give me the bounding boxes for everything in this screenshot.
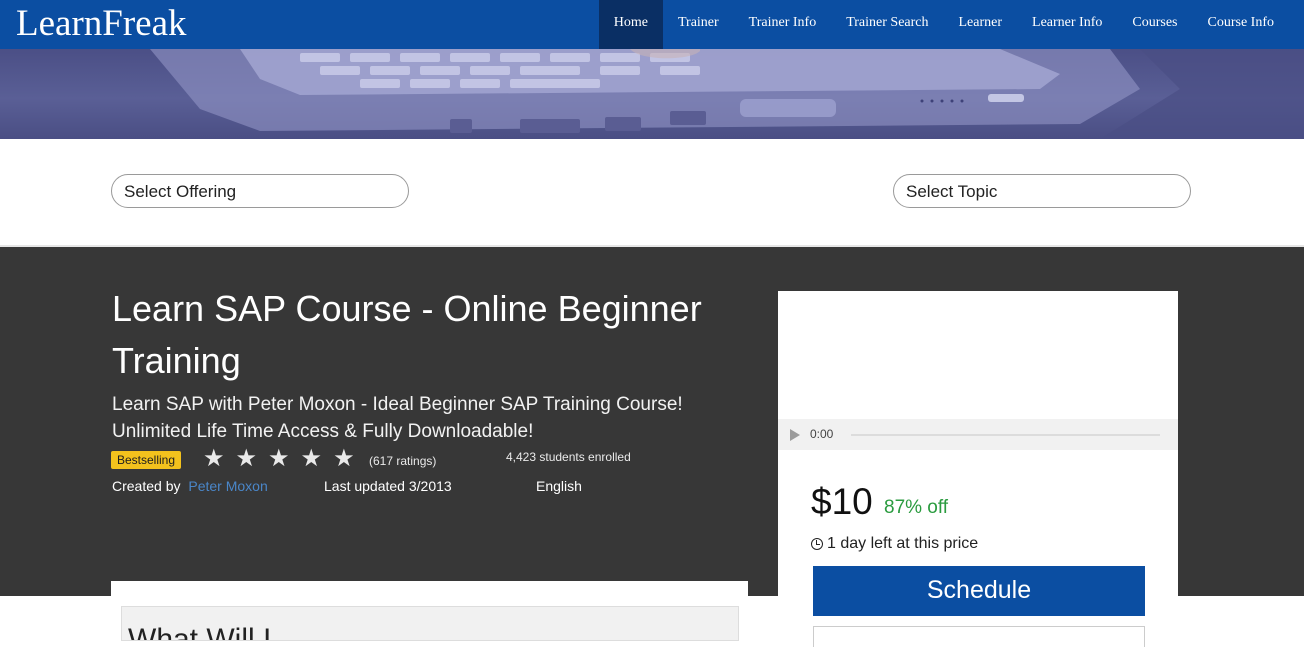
section-heading: What Will I... xyxy=(128,623,297,641)
purchase-card: 0:00 $10 87% off 1 day left at this pric… xyxy=(778,291,1178,647)
star-icon: ★ xyxy=(300,445,323,472)
last-updated-value: 3/2013 xyxy=(408,478,452,494)
play-icon[interactable] xyxy=(790,429,800,441)
nav-trainer[interactable]: Trainer xyxy=(663,0,734,49)
hero-banner-image xyxy=(0,49,1304,139)
enrolled-count: 4,423 students enrolled xyxy=(506,450,631,464)
created-by: Created by Peter Moxon xyxy=(112,478,268,494)
nav-trainer-search[interactable]: Trainer Search xyxy=(831,0,943,49)
brand-logo[interactable]: LearnFreak xyxy=(16,2,187,46)
select-offering-dropdown[interactable]: Select Offering xyxy=(111,174,409,208)
last-updated: Last updated 3/2013 xyxy=(324,478,452,494)
nav-courses[interactable]: Courses xyxy=(1117,0,1192,49)
course-title: Learn SAP Course - Online Beginner Train… xyxy=(112,288,702,381)
what-you-learn-box: What Will I... xyxy=(121,606,739,641)
nav-learner[interactable]: Learner xyxy=(944,0,1018,49)
star-icon: ★ xyxy=(268,445,290,472)
star-icon: ★ xyxy=(333,445,355,472)
schedule-button[interactable]: Schedule xyxy=(813,566,1145,616)
ratings-count: (617 ratings) xyxy=(369,454,437,468)
deadline-note: 1 day left at this price xyxy=(811,535,978,553)
course-price: $10 xyxy=(811,481,873,522)
audio-player: 0:00 xyxy=(778,419,1178,450)
clock-icon xyxy=(811,538,823,550)
discount-text: 87% off xyxy=(884,497,949,518)
nav-course-info[interactable]: Course Info xyxy=(1193,0,1290,49)
last-updated-label: Last updated xyxy=(324,478,405,494)
star-icon: ★ xyxy=(203,445,225,472)
course-subtitle: Learn SAP with Peter Moxon - Ideal Begin… xyxy=(112,394,683,442)
top-navbar: LearnFreak Home Trainer Trainer Info Tra… xyxy=(0,0,1304,49)
select-topic-dropdown[interactable]: Select Topic xyxy=(893,174,1191,208)
nav-learner-info[interactable]: Learner Info xyxy=(1017,0,1117,49)
audio-time: 0:00 xyxy=(810,427,834,441)
creator-link[interactable]: Peter Moxon xyxy=(188,478,267,494)
audio-progress-track[interactable] xyxy=(851,434,1160,436)
nav-home[interactable]: Home xyxy=(598,0,663,49)
rating-stars: ★ ★ ★ ★ ★ xyxy=(203,446,355,472)
bestselling-badge: Bestselling xyxy=(111,451,182,469)
deadline-text: 1 day left at this price xyxy=(827,535,979,552)
nav-trainer-info[interactable]: Trainer Info xyxy=(734,0,832,49)
secondary-button[interactable] xyxy=(813,626,1145,647)
star-icon: ★ xyxy=(235,445,258,472)
laptop-illustration xyxy=(150,49,1304,139)
course-language: English xyxy=(536,478,582,494)
main-nav: Home Trainer Trainer Info Trainer Search… xyxy=(598,0,1290,49)
filter-bar: Select Offering Select Topic xyxy=(0,139,1304,247)
created-by-label: Created by xyxy=(112,478,181,494)
